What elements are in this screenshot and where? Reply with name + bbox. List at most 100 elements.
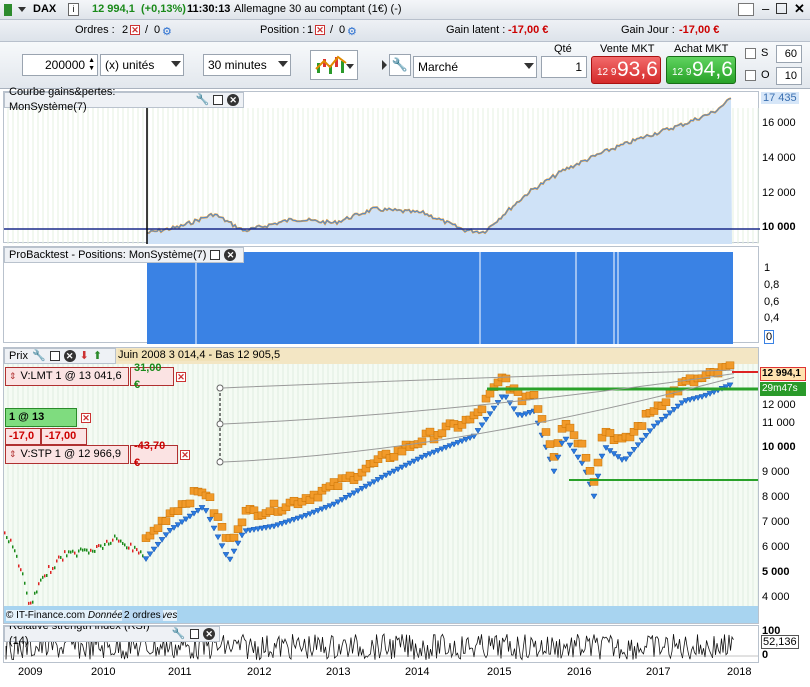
price-tick: 6 000: [762, 541, 790, 553]
year-label: 2010: [91, 666, 116, 678]
position-count[interactable]: 1: [307, 24, 313, 36]
sell-marker: [541, 428, 551, 436]
close-icon[interactable]: ✕: [227, 94, 239, 106]
cancel-order-icon[interactable]: ✕: [176, 372, 186, 382]
order-stop-pnl: -43,70 €: [130, 440, 178, 469]
order-type-select[interactable]: Marché: [413, 56, 537, 78]
sell-marker: [161, 517, 171, 525]
o-checkbox[interactable]: [745, 70, 756, 81]
price-dot: [46, 573, 48, 577]
instrument-name[interactable]: DAX: [33, 3, 56, 15]
year-label: 2012: [247, 666, 272, 678]
buy-marker: [510, 406, 518, 413]
position-separator: /: [330, 24, 334, 36]
price-tick: 8 000: [762, 491, 790, 503]
sell-marker: [173, 507, 183, 515]
position-tag[interactable]: 1 @ 13 010,6: [5, 408, 77, 440]
cancel-orders-icon[interactable]: ✕: [130, 25, 140, 35]
buy-marker: [630, 447, 638, 453]
buy-marker: [474, 428, 482, 434]
sell-marker: [389, 452, 399, 461]
chevron-down-icon: [524, 63, 534, 69]
price-tick: 12 000: [762, 399, 796, 411]
position-pnl-cash: -17,00 €: [41, 428, 87, 457]
year-label: 2013: [326, 666, 351, 678]
window-icon[interactable]: [738, 3, 754, 16]
gear-icon[interactable]: ⚙: [347, 25, 357, 38]
rsi-tick: 0: [762, 649, 769, 661]
buy-marker: [638, 437, 646, 444]
buy-marker: [574, 454, 582, 461]
buy-button[interactable]: 12 9 94,6: [666, 56, 736, 84]
download-icon[interactable]: ⬇: [80, 349, 89, 364]
s-input[interactable]: 60: [776, 45, 802, 63]
sell-marker: [333, 482, 343, 490]
equity-axis: 17 435 16 000 14 000 12 000 10 000: [760, 91, 810, 243]
window-icon[interactable]: [189, 629, 200, 639]
price-tick: 9 000: [762, 466, 790, 478]
unit-select[interactable]: (x) unités: [100, 54, 184, 76]
capital-input[interactable]: 200000 ▲ ▼: [22, 54, 98, 76]
wrench-icon[interactable]: 🔧: [389, 54, 411, 76]
sell-price-prefix: 12 9: [597, 67, 617, 78]
close-icon[interactable]: ✕: [203, 628, 215, 640]
orders-count[interactable]: 2: [122, 24, 128, 36]
wrench-icon[interactable]: 🔧: [172, 627, 186, 642]
year-label: 2018: [727, 666, 752, 678]
info-icon[interactable]: i: [68, 3, 79, 16]
price-change: (+0,13%): [141, 3, 186, 15]
cancel-order-icon[interactable]: ✕: [180, 450, 190, 460]
rsi-panel: Relative strength index (RSI) (14) 🔧 ✕: [3, 625, 759, 663]
sell-marker: [545, 440, 555, 448]
price-dot: [32, 600, 34, 604]
wrench-icon[interactable]: 🔧: [196, 93, 210, 108]
wrench-icon[interactable]: 🔧: [32, 349, 46, 364]
price-axis: 12 994,1 29m47s 12 000 11 000 10 000 9 0…: [760, 347, 810, 624]
price-dot: [140, 550, 142, 554]
orders-badge[interactable]: 2 ordres: [122, 610, 163, 621]
order-stop-tag[interactable]: ⇕ V:STP 1 @ 12 966,9: [5, 445, 129, 464]
close-position-icon[interactable]: ✕: [315, 25, 325, 35]
buy-marker: [210, 525, 218, 532]
year-label: 2017: [646, 666, 671, 678]
orders-zero: 0: [154, 24, 161, 36]
maximize-icon[interactable]: [776, 3, 787, 14]
order-limit-tag[interactable]: ⇕ V:LMT 1 @ 13 041,6: [5, 367, 129, 386]
close-position-icon[interactable]: ✕: [81, 413, 91, 423]
chart-type-button[interactable]: [310, 50, 358, 80]
window-icon[interactable]: [210, 250, 221, 260]
upload-icon[interactable]: ⬆: [93, 349, 102, 364]
title-bar: DAX i 12 994,1 (+0,13%) 11:30:13 Allemag…: [0, 0, 810, 20]
close-icon[interactable]: ✕: [224, 249, 237, 261]
day-gain-label: Gain Jour :: [621, 24, 675, 36]
candle-timer: 29m47s: [760, 382, 806, 396]
minimize-icon[interactable]: –: [762, 2, 769, 16]
close-icon[interactable]: ✕: [794, 1, 805, 17]
price-dot: [50, 570, 52, 574]
chevron-down-icon[interactable]: [18, 7, 26, 12]
window-icon[interactable]: [49, 351, 60, 361]
price-dot: [56, 559, 58, 563]
sell-marker: [585, 467, 595, 475]
spinner-icon[interactable]: ▲ ▼: [88, 57, 95, 73]
price-dot: [74, 551, 76, 555]
price-title-bar: Prix 🔧 ✕ ⬇ ⬆: [4, 348, 116, 364]
gear-icon[interactable]: ⚙: [162, 25, 172, 38]
s-checkbox[interactable]: [745, 48, 756, 59]
price-panel: Prix 🔧 ✕ ⬇ ⬆ Juin 2008 3 014,4 - Bas 12 90…: [3, 347, 759, 624]
chevron-down-icon: [278, 61, 288, 67]
sell-button[interactable]: 12 9 93,6: [591, 56, 661, 84]
qty-input[interactable]: 1: [541, 56, 587, 78]
collapse-arrow-icon[interactable]: [382, 60, 387, 70]
pos-tick: 1: [764, 262, 771, 274]
pos-tick: 0,8: [764, 279, 780, 291]
window-icon[interactable]: [213, 95, 224, 105]
close-icon[interactable]: ✕: [63, 350, 76, 362]
s-label: S: [761, 47, 769, 59]
price-dot: [22, 572, 24, 576]
price-dot: [94, 549, 96, 553]
price-dot: [34, 591, 36, 595]
timeframe-select[interactable]: 30 minutes: [203, 54, 291, 76]
day-gain-value: -17,00 €: [679, 24, 720, 36]
o-input[interactable]: 10: [776, 67, 802, 85]
